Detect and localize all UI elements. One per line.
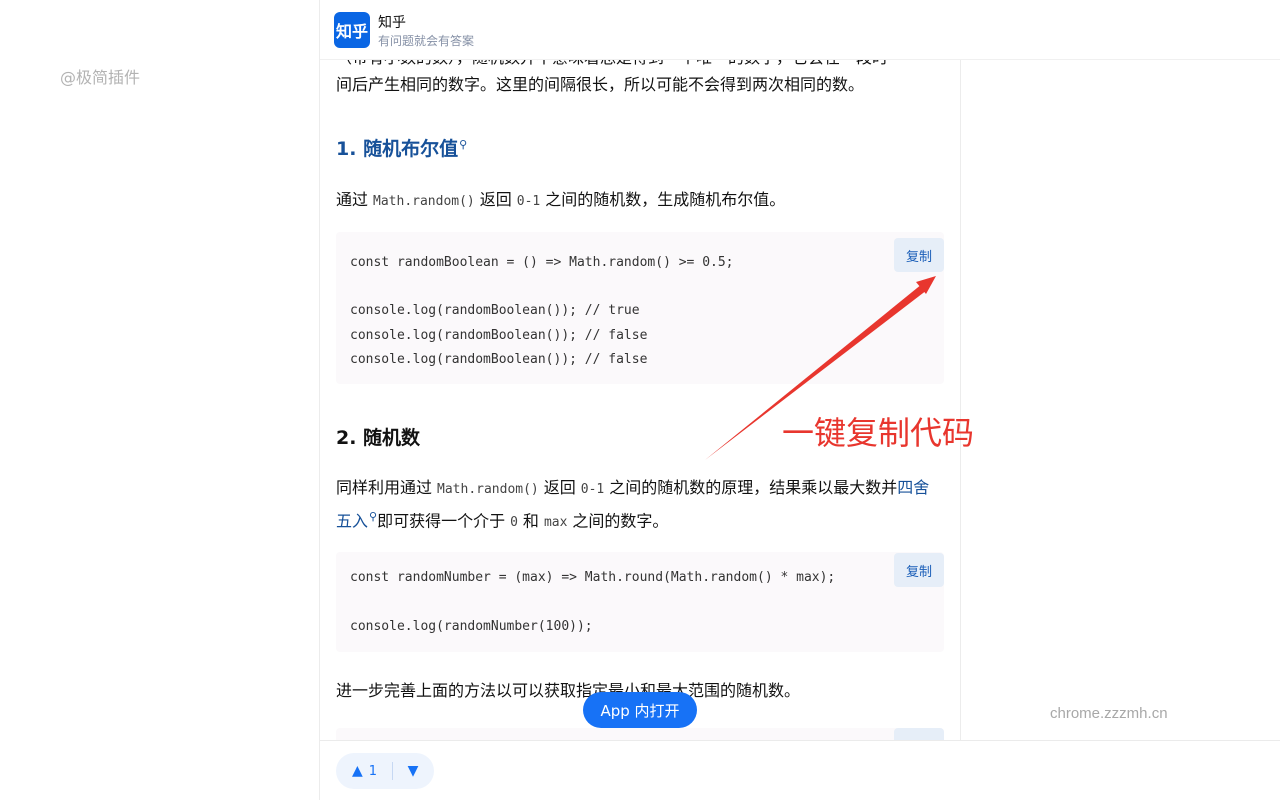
- annotation-label: 一键复制代码: [782, 414, 975, 452]
- text: 通过: [336, 190, 369, 209]
- upvote-button[interactable]: ▲ 1: [336, 753, 392, 789]
- search-icon[interactable]: ⚲: [459, 138, 467, 151]
- article-content: （带有小数的数），随机数并不意味着总是得到一个唯一的数字，它会在一段时 间后产生…: [320, 0, 960, 740]
- text: 和: [522, 511, 539, 531]
- code-block: const randomNumber = (max) => Math.round…: [336, 552, 944, 652]
- code-line: console.log(randomBoolean()); // false: [350, 328, 648, 343]
- copy-code-button[interactable]: 复制: [894, 728, 944, 740]
- inline-code: Math.random(): [437, 482, 539, 497]
- heading-link[interactable]: 随机布尔值: [363, 138, 458, 160]
- code-line: console.log(randomBoolean()); // true: [350, 303, 640, 318]
- text: 即可获得一个介于: [377, 511, 506, 531]
- open-in-app-button[interactable]: App 内打开: [583, 692, 697, 728]
- copy-code-button[interactable]: 复制: [894, 238, 944, 272]
- code-block: const randomBoolean = () => Math.random(…: [336, 232, 944, 384]
- downvote-button[interactable]: ▼: [393, 753, 433, 789]
- code-line: console.log(randomNumber(100));: [350, 619, 593, 634]
- copy-code-button[interactable]: 复制: [894, 553, 944, 587]
- bottom-action-bar: ▲ 1 ▼: [320, 740, 1280, 800]
- paragraph: 通过 Math.random() 返回 0-1 之间的随机数，生成随机布尔值。: [336, 186, 944, 215]
- text: 之间的随机数的原理，结果乘以最大数: [609, 478, 882, 497]
- section-heading-random-number: 2. 随机数: [336, 427, 421, 449]
- text: 之间的随机数，生成随机布尔值。: [545, 190, 786, 209]
- watermark-right: chrome.zzzmh.cn: [1050, 705, 1168, 722]
- inline-code: 0-1: [580, 482, 605, 497]
- inline-code: Math.random(): [373, 194, 475, 209]
- paragraph: 同样利用通过 Math.random() 返回 0-1 之间的随机数的原理，结果乘以最大…: [336, 474, 944, 536]
- upvote-icon: ▲: [352, 763, 363, 779]
- search-icon[interactable]: ⚲: [369, 510, 377, 523]
- text: 返回: [479, 190, 512, 209]
- site-header: 知乎 知乎 有问题就会有答案: [320, 0, 1280, 60]
- brand-slogan: 有问题就会有答案: [378, 34, 475, 48]
- downvote-icon: ▼: [407, 763, 419, 779]
- section-heading-random-boolean[interactable]: 1. 随机布尔值⚲: [336, 134, 467, 161]
- text: 同样利用通过: [336, 478, 433, 497]
- code-line: const randomNumber = (max) => Math.round…: [350, 570, 836, 585]
- watermark-left: @极简插件: [60, 68, 141, 87]
- inline-code: max: [543, 515, 568, 531]
- text: 返回: [543, 478, 576, 497]
- vote-group: ▲ 1 ▼: [336, 753, 434, 789]
- text: 之间的数字。: [572, 511, 669, 531]
- code-line: const randomBoolean = () => Math.random(…: [350, 255, 734, 270]
- article-text-line: 间后产生相同的数字。这里的间隔很长，所以可能不会得到两次相同的数。: [336, 75, 865, 94]
- inline-code: 0-1: [516, 194, 541, 209]
- code-line: console.log(randomBoolean()); // false: [350, 352, 648, 367]
- text: 并: [881, 478, 898, 497]
- brand-name: 知乎: [378, 15, 406, 31]
- zhihu-logo[interactable]: 知乎: [334, 12, 370, 48]
- upvote-count: 1: [368, 763, 378, 779]
- code-block: 复制: [336, 728, 944, 740]
- heading-number: 1.: [336, 138, 357, 160]
- column-divider-right: [960, 60, 961, 740]
- inline-code: 0: [510, 515, 518, 531]
